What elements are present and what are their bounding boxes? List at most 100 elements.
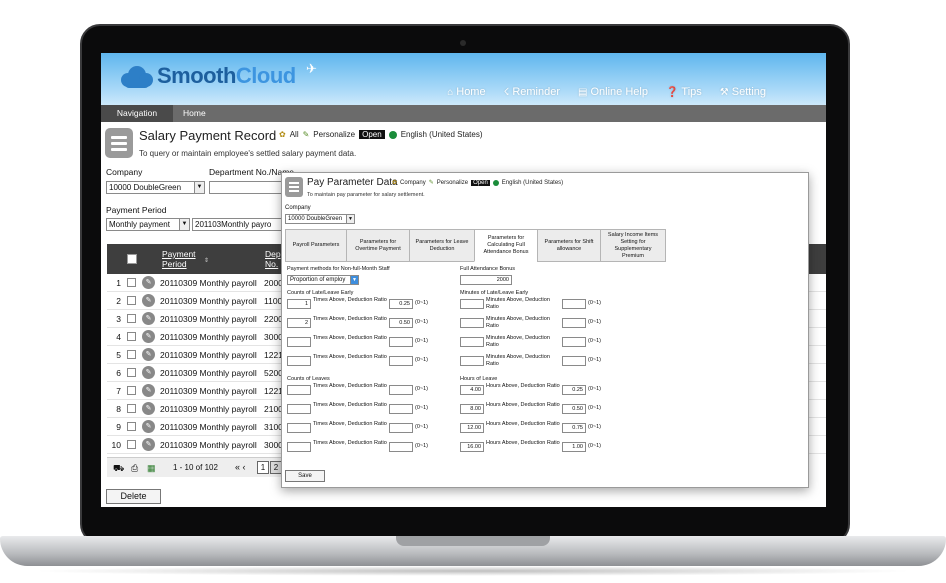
tab-payroll-parameters[interactable]: Payroll Parameters bbox=[285, 229, 347, 262]
tab-overtime-payment[interactable]: Parameters for Overtime Payment bbox=[346, 229, 410, 262]
leave-threshold-input[interactable] bbox=[287, 404, 311, 414]
nav-tips[interactable]: ❓ Tips bbox=[666, 86, 702, 98]
chevron-down-icon: ▼ bbox=[179, 219, 189, 230]
edit-icon[interactable]: ✎ bbox=[142, 384, 155, 397]
hours-threshold-input[interactable]: 4.00 bbox=[460, 385, 484, 395]
hours-ratio-input[interactable]: 0.50 bbox=[562, 404, 586, 414]
minutes-ratio-input[interactable] bbox=[562, 356, 586, 366]
leave-threshold-input[interactable] bbox=[287, 385, 311, 395]
leave-ratio-input[interactable] bbox=[389, 385, 413, 395]
print-icon[interactable]: ⎙ bbox=[131, 463, 138, 474]
hours-ratio-input[interactable]: 0.75 bbox=[562, 423, 586, 433]
late-range-hint: (0~1) bbox=[415, 319, 428, 325]
late-threshold-input[interactable] bbox=[287, 356, 311, 366]
minutes-threshold-input[interactable] bbox=[460, 299, 484, 309]
tab-full-attendance-bonus[interactable]: Parameters for Calculating Full Attendan… bbox=[474, 229, 538, 262]
column-department[interactable]: Dep No. bbox=[265, 249, 281, 269]
hours-threshold-input[interactable]: 16.00 bbox=[460, 442, 484, 452]
all-link[interactable]: All bbox=[290, 130, 299, 139]
save-button[interactable]: Save bbox=[285, 470, 325, 482]
edit-icon[interactable]: ✎ bbox=[142, 312, 155, 325]
leave-ratio-input[interactable] bbox=[389, 442, 413, 452]
nav-home-label: Home bbox=[456, 86, 486, 98]
row-checkbox[interactable] bbox=[127, 332, 136, 341]
row-checkbox[interactable] bbox=[127, 278, 136, 287]
leave-ratio-input[interactable] bbox=[389, 423, 413, 433]
nav-online-help[interactable]: ▤ Online Help bbox=[578, 86, 648, 98]
row-checkbox[interactable] bbox=[127, 440, 136, 449]
late-threshold-input[interactable] bbox=[287, 337, 311, 347]
edit-icon[interactable]: ✎ bbox=[142, 348, 155, 361]
minutes-ratio-input[interactable] bbox=[562, 299, 586, 309]
tab-shift-allowance[interactable]: Parameters for Shift allowance bbox=[537, 229, 601, 262]
minutes-ratio-input[interactable] bbox=[562, 337, 586, 347]
select-all-checkbox[interactable] bbox=[127, 254, 137, 264]
tab-supplementary-premium[interactable]: Salary Income Items Setting for Suppleme… bbox=[600, 229, 666, 262]
tab-navigation[interactable]: Navigation bbox=[101, 105, 173, 122]
period-code-select[interactable]: 201103Monthly payro bbox=[192, 218, 284, 231]
column-payment-period[interactable]: Payment Period bbox=[162, 249, 196, 269]
row-checkbox[interactable] bbox=[127, 368, 136, 377]
open-badge[interactable]: Open bbox=[359, 130, 385, 139]
late-deduction-label: Times Above, Deduction Ratio bbox=[313, 297, 387, 303]
payment-period-select[interactable]: Monthly payment ▼ bbox=[106, 218, 190, 231]
department-input[interactable] bbox=[209, 181, 284, 194]
nav-reminder[interactable]: ☇ Reminder bbox=[504, 86, 560, 98]
hours-ratio-input[interactable]: 1.00 bbox=[562, 442, 586, 452]
row-checkbox[interactable] bbox=[127, 314, 136, 323]
minutes-threshold-input[interactable] bbox=[460, 337, 484, 347]
dialog-personalize-link[interactable]: Personalize bbox=[437, 180, 468, 186]
minutes-threshold-input[interactable] bbox=[460, 356, 484, 366]
leave-deduction-label: Times Above, Deduction Ratio bbox=[313, 440, 387, 446]
tab-home[interactable]: Home bbox=[173, 105, 216, 122]
edit-icon[interactable]: ✎ bbox=[142, 330, 155, 343]
excel-icon[interactable]: ▦ bbox=[147, 463, 156, 474]
nav-setting[interactable]: ⚒ Setting bbox=[720, 86, 766, 98]
dialog-language-link[interactable]: English (United States) bbox=[502, 180, 563, 186]
edit-icon[interactable]: ✎ bbox=[142, 438, 155, 451]
hours-threshold-input[interactable]: 12.00 bbox=[460, 423, 484, 433]
edit-icon[interactable]: ✎ bbox=[142, 276, 155, 289]
pay-method-select[interactable]: Proportion of employ ▼ bbox=[287, 275, 359, 285]
row-checkbox[interactable] bbox=[127, 386, 136, 395]
edit-icon[interactable]: ✎ bbox=[142, 366, 155, 379]
pager-first-prev[interactable]: « ‹ bbox=[235, 462, 246, 472]
edit-icon[interactable]: ✎ bbox=[142, 402, 155, 415]
column-department-line1: Dep bbox=[265, 249, 281, 259]
full-bonus-input[interactable]: 2000 bbox=[460, 275, 512, 285]
personalize-link[interactable]: Personalize bbox=[313, 130, 355, 139]
company-select[interactable]: 10000 DoubleGreen ▼ bbox=[106, 181, 205, 194]
sort-icon[interactable]: ⇕ bbox=[204, 257, 209, 264]
hours-ratio-input[interactable]: 0.25 bbox=[562, 385, 586, 395]
dialog-open-badge[interactable]: Open bbox=[471, 179, 490, 186]
leave-threshold-input[interactable] bbox=[287, 442, 311, 452]
nav-home[interactable]: ⌂ Home bbox=[447, 86, 485, 98]
late-ratio-input[interactable] bbox=[389, 337, 413, 347]
minutes-threshold-input[interactable] bbox=[460, 318, 484, 328]
late-ratio-input[interactable]: 0.50 bbox=[389, 318, 413, 328]
row-checkbox[interactable] bbox=[127, 296, 136, 305]
late-ratio-input[interactable]: 0.25 bbox=[389, 299, 413, 309]
company-tag[interactable]: Company bbox=[400, 180, 426, 186]
hours-threshold-input[interactable]: 8.00 bbox=[460, 404, 484, 414]
row-checkbox[interactable] bbox=[127, 404, 136, 413]
late-ratio-input[interactable] bbox=[389, 356, 413, 366]
late-threshold-input[interactable]: 2 bbox=[287, 318, 311, 328]
edit-icon[interactable]: ✎ bbox=[142, 420, 155, 433]
export-icon[interactable]: ⛟ bbox=[113, 463, 124, 475]
late-threshold-input[interactable]: 1 bbox=[287, 299, 311, 309]
minutes-ratio-input[interactable] bbox=[562, 318, 586, 328]
dialog-company-select[interactable]: 10000 DoubleGreen ▼ bbox=[285, 214, 355, 224]
leave-threshold-input[interactable] bbox=[287, 423, 311, 433]
edit-icon[interactable]: ✎ bbox=[142, 294, 155, 307]
late-counts-label: Counts of Late/Leave Early bbox=[287, 290, 354, 296]
leave-ratio-input[interactable] bbox=[389, 404, 413, 414]
logo[interactable]: SmoothCloud bbox=[119, 63, 296, 89]
language-link[interactable]: English (United States) bbox=[401, 130, 483, 139]
delete-button[interactable]: Delete bbox=[106, 489, 161, 504]
tab-leave-deduction[interactable]: Parameters for Leave Deduction bbox=[409, 229, 475, 262]
page-1-button[interactable]: 1 bbox=[257, 461, 269, 474]
pay-method-value: Proportion of employ bbox=[290, 277, 346, 283]
row-checkbox[interactable] bbox=[127, 350, 136, 359]
row-checkbox[interactable] bbox=[127, 422, 136, 431]
